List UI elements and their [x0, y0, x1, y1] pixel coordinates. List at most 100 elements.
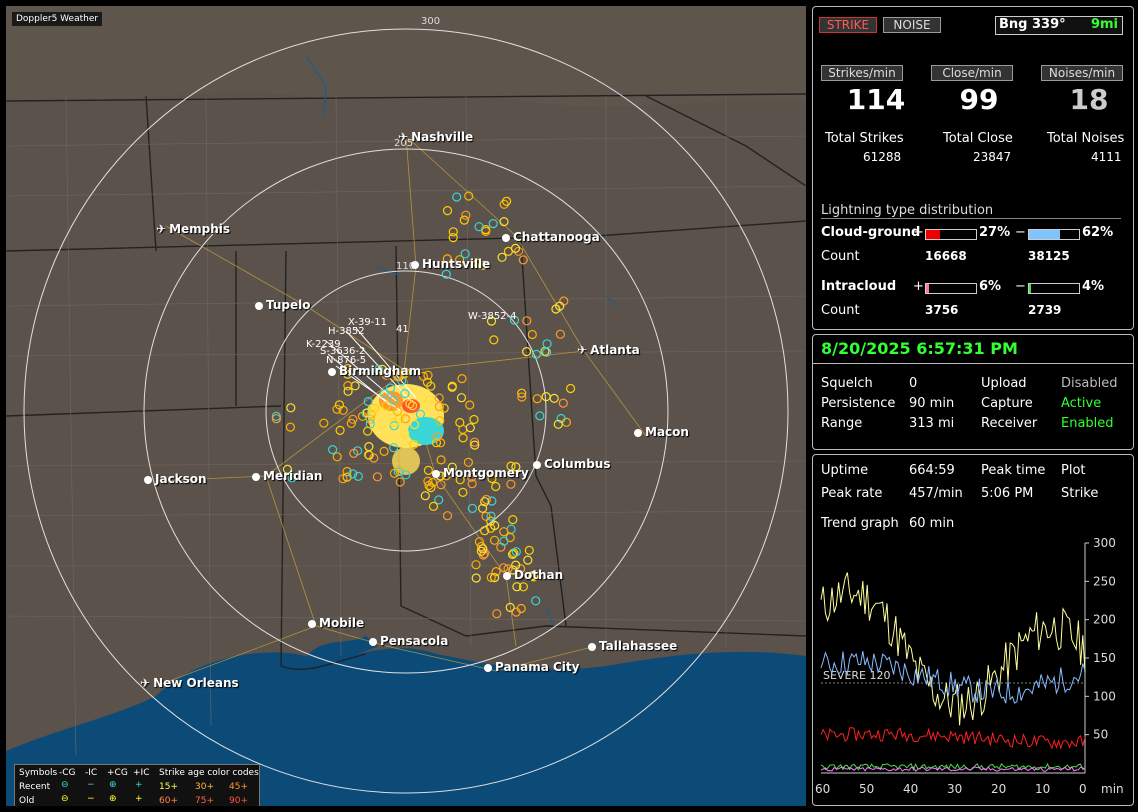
strike-marker [532, 394, 542, 404]
strike-marker [497, 252, 507, 262]
strike-marker [555, 329, 566, 339]
intracloud-label: Intracloud [821, 279, 897, 294]
capture-label: Capture [981, 396, 1033, 411]
strike-marker [442, 511, 453, 521]
strike-marker [465, 400, 475, 410]
ic-count-label: Count [821, 303, 860, 318]
strikes-per-min-label: Strikes/min [821, 65, 903, 81]
strike-marker [465, 423, 475, 433]
strike-marker [286, 403, 296, 413]
cg-negative-pct: 62% [1082, 225, 1114, 240]
lightning-map[interactable]: Doppler5 Weather 300 205 110 ✈ Nashville ✈… [6, 6, 806, 806]
ring-label-300: 300 [421, 16, 441, 27]
total-noises: 4111 [1091, 150, 1122, 164]
city-macon: Macon [634, 425, 689, 439]
city-atlanta: ✈ Atlanta [577, 343, 640, 357]
cloud-ground-label: Cloud-ground [821, 225, 921, 240]
strike-button[interactable]: STRIKE [819, 17, 877, 33]
strike-marker [457, 374, 467, 384]
strike-marker [420, 491, 430, 501]
strike-marker [332, 452, 342, 462]
distribution-title: Lightning type distribution [821, 203, 1121, 219]
y-tick-label: 50 [1093, 728, 1108, 742]
strike-marker [343, 386, 353, 396]
city-mobile: Mobile [308, 616, 364, 630]
city-jackson: Jackson [144, 472, 207, 486]
x-tick-label: 60 [815, 782, 830, 796]
plot-label: Plot [1061, 463, 1086, 478]
strike-marker [285, 422, 295, 432]
storm-label: H-3852 [328, 326, 365, 337]
pos-cg-old-icon: ⊕ [109, 794, 117, 804]
city-dot-icon [533, 460, 541, 469]
ic-negative-bar [1028, 283, 1080, 294]
upload-value[interactable]: Disabled [1061, 376, 1117, 391]
storm-label: 41 [396, 324, 409, 335]
strike-marker [524, 545, 534, 556]
trend-value[interactable]: 60 min [909, 516, 954, 531]
strike-marker [499, 217, 509, 227]
city-dot-icon [634, 428, 642, 437]
strike-marker [458, 424, 468, 434]
strike-marker [448, 233, 458, 243]
city-huntsville: Huntsville [411, 257, 490, 271]
ic-positive-bar [925, 283, 977, 294]
map-canvas [6, 6, 806, 806]
y-tick-label: 300 [1093, 537, 1116, 550]
capture-value[interactable]: Active [1061, 396, 1101, 411]
strike-marker [549, 393, 559, 403]
airport-icon: ✈ [577, 343, 588, 357]
storm-label: N-876-5 [326, 355, 367, 366]
city-dot-icon [411, 260, 419, 269]
noise-series [820, 727, 1086, 750]
strike-marker [458, 433, 468, 443]
city-dot-icon [308, 619, 316, 628]
city-dot-icon [432, 469, 440, 478]
x-tick-label: 10 [1035, 782, 1050, 796]
y-tick-label: 200 [1093, 613, 1116, 627]
plot-value[interactable]: Strike [1061, 486, 1098, 501]
cg-minus-sign: − [1015, 225, 1026, 240]
strike-marker [372, 472, 382, 482]
city-birmingham: Birmingham [328, 364, 421, 378]
close-per-min: 99 [959, 83, 999, 116]
city-columbus: Columbus [533, 457, 611, 471]
strike-marker [559, 296, 569, 306]
strike-marker [541, 392, 551, 402]
squelch-label: Squelch [821, 376, 873, 391]
city-dothan: Dothan [503, 568, 563, 582]
strike-marker [335, 425, 345, 435]
strike-marker [523, 555, 533, 565]
x-tick-label: 40 [903, 782, 918, 796]
city-nashville: ✈ Nashville [398, 130, 474, 144]
range-label: Range [821, 416, 863, 431]
neg-ic-old-icon: − [87, 794, 95, 804]
storm-label: W-3852-4 [468, 311, 517, 322]
receiver-value[interactable]: Enabled [1061, 416, 1114, 431]
strike-marker [471, 573, 481, 583]
x-unit-label: min [1101, 782, 1124, 796]
trend-graph: 3002502001501005060 50 40 30 20 10 0 minSEVERE … [815, 537, 1124, 796]
strike-marker [379, 446, 389, 456]
strike-marker [319, 418, 329, 428]
settings-panel: 8/20/2025 6:57:31 PM Squelch 0 Upload Di… [812, 334, 1134, 450]
noise-button[interactable]: NOISE [883, 17, 941, 33]
severe-label: SEVERE 120 [823, 669, 891, 682]
city-tupelo: Tupelo [255, 298, 311, 312]
cg-plus-sign: + [913, 225, 924, 240]
strike-marker [521, 347, 532, 357]
strike-marker [488, 219, 498, 229]
strike-marker [458, 487, 468, 497]
strike-marker [474, 222, 484, 232]
x-tick-label: 30 [947, 782, 962, 796]
peak-rate-value: 457/min [909, 486, 963, 501]
x-tick-label: 20 [991, 782, 1006, 796]
strike-marker [452, 192, 462, 202]
close-per-min-label: Close/min [931, 65, 1013, 81]
cg-positive-bar [925, 229, 977, 240]
city-new-orleans: ✈ New Orleans [140, 676, 239, 690]
neg-cg-old-icon: ⊖ [61, 794, 69, 804]
strike-marker [461, 210, 471, 220]
city-memphis: ✈ Memphis [156, 222, 231, 236]
strikes-series [820, 572, 1086, 726]
